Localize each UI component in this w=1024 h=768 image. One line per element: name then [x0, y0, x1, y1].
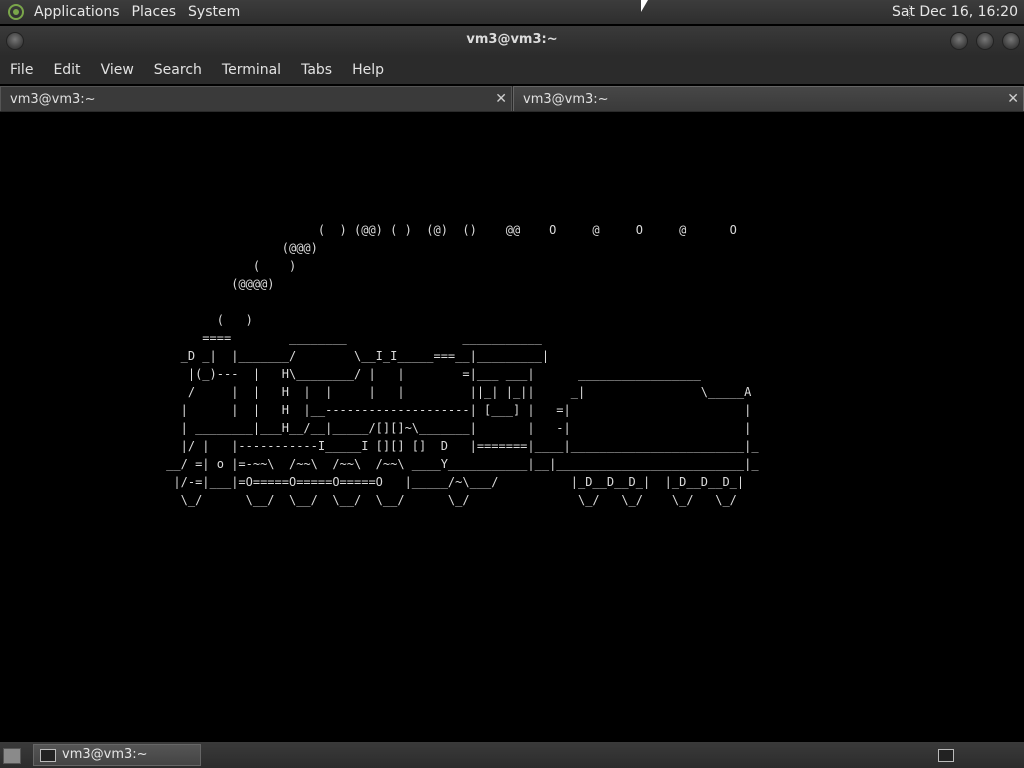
bottom-panel: vm3@vm3:~	[0, 742, 1024, 768]
tab-1[interactable]: vm3@vm3:~ ✕	[0, 86, 512, 111]
menu-search[interactable]: Search	[144, 62, 212, 78]
terminal-line: |/ | |-----------I_____I [][] [] D |====…	[0, 439, 759, 453]
tab-bar: vm3@vm3:~ ✕ vm3@vm3:~ ✕	[0, 86, 1024, 112]
taskbar-window-label: vm3@vm3:~	[62, 747, 148, 762]
terminal-icon	[40, 749, 56, 762]
menu-file[interactable]: File	[0, 62, 43, 78]
clock[interactable]: Sat Dec 16, 16:20	[892, 4, 1018, 20]
terminal-line: | ________|___H__/__|_____/[][]~\_______…	[0, 421, 752, 435]
places-menu[interactable]: Places	[126, 4, 183, 20]
menu-help[interactable]: Help	[342, 62, 394, 78]
terminal-line: ( )	[0, 313, 253, 327]
tab-2-label: vm3@vm3:~	[523, 92, 609, 107]
terminal-line: __/ =| o |=-~~\ /~~\ /~~\ /~~\ ____Y____…	[0, 457, 759, 471]
mouse-cursor-icon	[641, 0, 648, 12]
applications-menu[interactable]: Applications	[28, 4, 126, 20]
terminal-line: ( ) (@@) ( ) (@) () @@ O @ O @ O	[0, 223, 737, 237]
terminal-line: ( )	[0, 259, 297, 273]
show-desktop-icon[interactable]	[3, 748, 21, 764]
workspace-switcher-icon[interactable]	[938, 749, 954, 762]
terminal-line: (@@@@)	[0, 277, 275, 291]
sl-train-ascii-art: ( ) (@@) ( ) (@) () @@ O @ O @ O (@@@) (…	[0, 112, 1024, 742]
top-panel: Applications Places System Sat Dec 16, 1…	[0, 0, 1024, 24]
terminal-line: _D _| |_______/ \__I_I_____===__|_______…	[0, 349, 550, 363]
window-titlebar[interactable]: vm3@vm3:~	[0, 26, 1024, 56]
menubar: File Edit View Search Terminal Tabs Help	[0, 56, 1024, 84]
terminal-line: (@@@)	[0, 241, 318, 255]
window-title: vm3@vm3:~	[466, 32, 558, 47]
menu-edit[interactable]: Edit	[43, 62, 90, 78]
terminal-line: |(_)--- | H\________/ | | =|___ ___| ___…	[0, 367, 701, 381]
terminal-line: / | | H | | | | ||_| |_|| _| \_____A	[0, 385, 752, 399]
terminal-line: ==== ________ ___________	[0, 331, 542, 345]
close-window-icon[interactable]	[1002, 32, 1020, 50]
taskbar-window-button[interactable]: vm3@vm3:~	[33, 744, 201, 766]
tab-2[interactable]: vm3@vm3:~ ✕	[513, 86, 1024, 111]
menu-view[interactable]: View	[91, 62, 144, 78]
tab-2-close-icon[interactable]: ✕	[1007, 87, 1019, 112]
menu-tabs[interactable]: Tabs	[291, 62, 342, 78]
terminal-line: |/-=|___|=O=====O=====O=====O |_____/~\_…	[0, 475, 745, 489]
terminal-area[interactable]: ( ) (@@) ( ) (@) () @@ O @ O @ O (@@@) (…	[0, 112, 1024, 742]
terminal-line: | | | H |__--------------------| [___] |…	[0, 403, 752, 417]
system-menu[interactable]: System	[182, 4, 246, 20]
tab-1-close-icon[interactable]: ✕	[495, 87, 507, 112]
terminal-line: \_/ \__/ \__/ \__/ \__/ \_/ \_/ \_/ \_/ …	[0, 493, 737, 507]
maximize-icon[interactable]	[976, 32, 994, 50]
tab-1-label: vm3@vm3:~	[10, 92, 96, 107]
menu-terminal[interactable]: Terminal	[212, 62, 291, 78]
window-menu-icon[interactable]	[6, 32, 24, 50]
distro-logo-icon[interactable]	[8, 4, 24, 20]
minimize-icon[interactable]	[950, 32, 968, 50]
